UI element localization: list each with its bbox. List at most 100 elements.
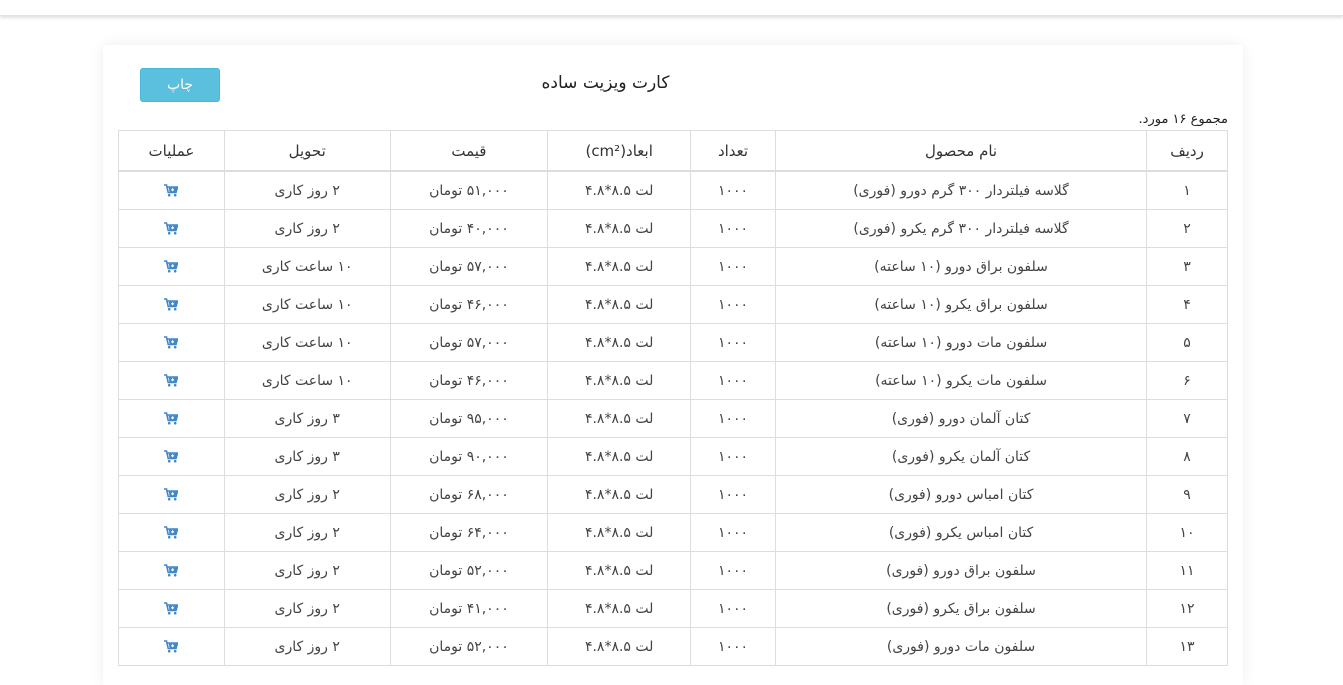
cart-plus-icon[interactable]: [164, 564, 179, 577]
cell-actions: [118, 361, 225, 400]
cell-index: ۱۱: [1146, 551, 1228, 590]
cell-dimensions: لت ۸.۵*۴.۸: [547, 475, 692, 514]
cell-quantity: ۱۰۰۰: [690, 627, 776, 666]
cell-dimensions: لت ۸.۵*۴.۸: [547, 437, 692, 476]
cart-plus-icon[interactable]: [164, 640, 179, 653]
cell-index: ۳: [1146, 247, 1228, 286]
table-row: ۸ کتان آلمان یکرو (فوری) ۱۰۰۰ لت ۸.۵*۴.۸ ۹۰,…: [118, 437, 1228, 476]
cart-plus-icon[interactable]: [164, 488, 179, 501]
cell-product-name: سلفون مات دورو (فوری): [774, 627, 1148, 666]
cell-product-name: کتان آلمان یکرو (فوری): [774, 437, 1148, 476]
cell-index: ۶: [1146, 361, 1228, 400]
cell-product-name: سلفون مات یکرو (۱۰ ساعته): [774, 361, 1148, 400]
cell-dimensions: لت ۸.۵*۴.۸: [547, 209, 692, 248]
table-row: ۵ سلفون مات دورو (۱۰ ساعته) ۱۰۰۰ لت ۸.۵*۴.۸…: [118, 323, 1228, 362]
cell-actions: [118, 247, 225, 286]
cell-price: ۹۵,۰۰۰ تومان: [389, 399, 549, 438]
cart-plus-icon[interactable]: [164, 526, 179, 539]
cell-index: ۸: [1146, 437, 1228, 476]
table-row: ۱۱ سلفون براق دورو (فوری) ۱۰۰۰ لت ۸.۵*۴.۸ ۵۲…: [118, 551, 1228, 590]
cell-quantity: ۱۰۰۰: [690, 361, 776, 400]
cell-quantity: ۱۰۰۰: [690, 209, 776, 248]
cell-quantity: ۱۰۰۰: [690, 285, 776, 324]
cell-price: ۶۸,۰۰۰ تومان: [389, 475, 549, 514]
cell-actions: [118, 627, 225, 666]
cell-quantity: ۱۰۰۰: [690, 437, 776, 476]
cell-quantity: ۱۰۰۰: [690, 551, 776, 590]
cell-dimensions: لت ۸.۵*۴.۸: [547, 399, 692, 438]
cell-quantity: ۱۰۰۰: [690, 323, 776, 362]
cart-plus-icon[interactable]: [164, 184, 179, 197]
table-header-row: ردیف نام محصول تعداد ابعاد(cm²) قیمت تحو…: [118, 130, 1228, 172]
cell-product-name: سلفون براق یکرو (۱۰ ساعته): [774, 285, 1148, 324]
print-button[interactable]: چاپ: [140, 68, 220, 102]
cell-delivery: ۱۰ ساعت کاری: [223, 285, 391, 324]
cart-plus-icon[interactable]: [164, 222, 179, 235]
cart-plus-icon[interactable]: [164, 602, 179, 615]
header-product-name: نام محصول: [774, 130, 1148, 172]
header-actions: عملیات: [118, 130, 225, 172]
header-dimensions: ابعاد(cm²): [547, 130, 692, 172]
cell-index: ۹: [1146, 475, 1228, 514]
cell-quantity: ۱۰۰۰: [690, 475, 776, 514]
cell-price: ۴۶,۰۰۰ تومان: [389, 361, 549, 400]
table-row: ۷ کتان آلمان دورو (فوری) ۱۰۰۰ لت ۸.۵*۴.۸ ۹۵,…: [118, 399, 1228, 438]
cell-price: ۵۷,۰۰۰ تومان: [389, 247, 549, 286]
cell-price: ۵۷,۰۰۰ تومان: [389, 323, 549, 362]
header-index: ردیف: [1146, 130, 1228, 172]
cart-plus-icon[interactable]: [164, 450, 179, 463]
cell-index: ۵: [1146, 323, 1228, 362]
cell-index: ۷: [1146, 399, 1228, 438]
cell-actions: [118, 589, 225, 628]
cell-index: ۱: [1146, 170, 1228, 210]
cell-delivery: ۱۰ ساعت کاری: [223, 323, 391, 362]
cell-dimensions: لت ۸.۵*۴.۸: [547, 285, 692, 324]
cell-delivery: ۲ روز کاری: [223, 627, 391, 666]
cell-actions: [118, 399, 225, 438]
cell-quantity: ۱۰۰۰: [690, 513, 776, 552]
cell-delivery: ۳ روز کاری: [223, 399, 391, 438]
cell-quantity: ۱۰۰۰: [690, 170, 776, 210]
products-table: ردیف نام محصول تعداد ابعاد(cm²) قیمت تحو…: [118, 130, 1228, 666]
cell-delivery: ۱۰ ساعت کاری: [223, 361, 391, 400]
cell-delivery: ۲ روز کاری: [223, 513, 391, 552]
cell-price: ۵۲,۰۰۰ تومان: [389, 551, 549, 590]
cell-actions: [118, 285, 225, 324]
cell-price: ۹۰,۰۰۰ تومان: [389, 437, 549, 476]
cell-dimensions: لت ۸.۵*۴.۸: [547, 361, 692, 400]
cell-delivery: ۱۰ ساعت کاری: [223, 247, 391, 286]
table-row: ۶ سلفون مات یکرو (۱۰ ساعته) ۱۰۰۰ لت ۸.۵*۴.۸…: [118, 361, 1228, 400]
cell-index: ۲: [1146, 209, 1228, 248]
table-row: ۳ سلفون براق دورو (۱۰ ساعته) ۱۰۰۰ لت ۸.۵*۴.…: [118, 247, 1228, 286]
cart-plus-icon[interactable]: [164, 412, 179, 425]
cell-dimensions: لت ۸.۵*۴.۸: [547, 589, 692, 628]
cart-plus-icon[interactable]: [164, 260, 179, 273]
cell-product-name: گلاسه فیلتردار ۳۰۰ گرم دورو (فوری): [774, 170, 1148, 210]
cell-delivery: ۲ روز کاری: [223, 589, 391, 628]
table-row: ۱۲ سلفون براق یکرو (فوری) ۱۰۰۰ لت ۸.۵*۴.۸ ۴۱…: [118, 589, 1228, 628]
cell-price: ۴۰,۰۰۰ تومان: [389, 209, 549, 248]
cell-delivery: ۲ روز کاری: [223, 551, 391, 590]
cell-dimensions: لت ۸.۵*۴.۸: [547, 551, 692, 590]
cell-actions: [118, 475, 225, 514]
cell-index: ۱۰: [1146, 513, 1228, 552]
cell-delivery: ۲ روز کاری: [223, 209, 391, 248]
cart-plus-icon[interactable]: [164, 336, 179, 349]
header-quantity: تعداد: [690, 130, 776, 172]
cell-product-name: کتان آلمان دورو (فوری): [774, 399, 1148, 438]
cell-actions: [118, 513, 225, 552]
cell-quantity: ۱۰۰۰: [690, 589, 776, 628]
cart-plus-icon[interactable]: [164, 374, 179, 387]
cell-quantity: ۱۰۰۰: [690, 399, 776, 438]
table-row: ۴ سلفون براق یکرو (۱۰ ساعته) ۱۰۰۰ لت ۸.۵*۴.…: [118, 285, 1228, 324]
header-price: قیمت: [389, 130, 549, 172]
cell-index: ۱۳: [1146, 627, 1228, 666]
cell-actions: [118, 551, 225, 590]
cell-actions: [118, 437, 225, 476]
table-row: ۱ گلاسه فیلتردار ۳۰۰ گرم دورو (فوری) ۱۰۰۰ ل…: [118, 170, 1228, 210]
table-row: ۱۳ سلفون مات دورو (فوری) ۱۰۰۰ لت ۸.۵*۴.۸ ۵۲,…: [118, 627, 1228, 666]
cell-dimensions: لت ۸.۵*۴.۸: [547, 247, 692, 286]
cart-plus-icon[interactable]: [164, 298, 179, 311]
cell-product-name: سلفون براق یکرو (فوری): [774, 589, 1148, 628]
cell-dimensions: لت ۸.۵*۴.۸: [547, 627, 692, 666]
